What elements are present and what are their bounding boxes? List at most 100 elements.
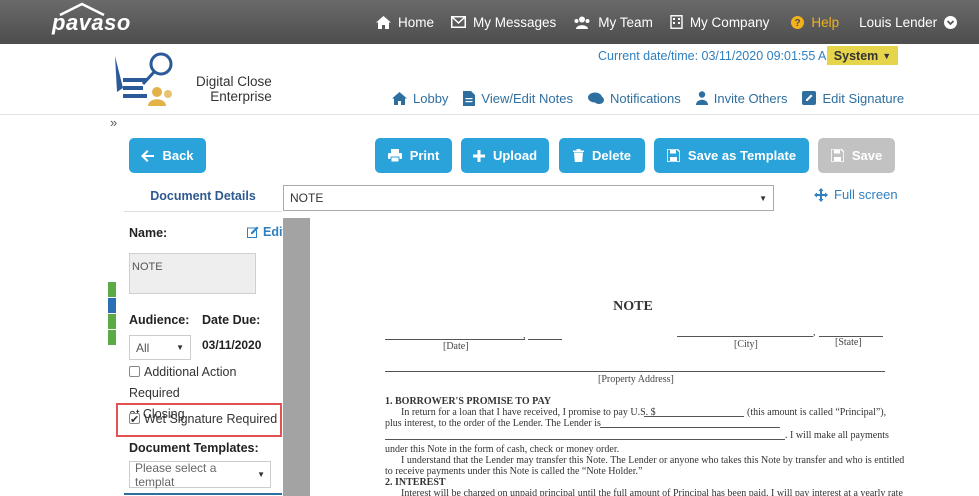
home-icon (376, 15, 391, 29)
audience-label: Audience: (129, 313, 190, 327)
user-menu[interactable]: Louis Lender (859, 15, 958, 30)
floppy-disk-icon (666, 149, 680, 162)
brand-line-1: Digital Close (196, 74, 272, 89)
session-nav: Lobby View/Edit Notes Notifications Invi… (392, 89, 904, 107)
caret-down-icon: ▼ (257, 470, 265, 479)
status-bar-blue (108, 298, 116, 313)
nav-team[interactable]: My Team (573, 15, 653, 30)
document-icon (463, 90, 476, 106)
comma-glyph: , (813, 327, 816, 338)
section-1-line-5: to receive payments under this Note is c… (385, 466, 643, 477)
arrow-left-icon (141, 149, 155, 162)
back-button-label: Back (162, 148, 194, 163)
upload-button[interactable]: Upload (461, 138, 549, 173)
section-2-title: 2. INTEREST (385, 477, 446, 488)
save-as-template-label: Save as Template (687, 148, 797, 163)
lender-line-2 (385, 439, 785, 440)
expand-sidebar-toggle[interactable]: » (110, 115, 117, 130)
save-button[interactable]: Save (818, 138, 895, 173)
nav-lobby-label: Lobby (413, 90, 449, 106)
comma-glyph: , (523, 330, 526, 341)
team-icon (574, 16, 590, 29)
current-datetime: Current date/time: 03/11/2020 09:01:55 A… (598, 49, 837, 63)
nav-home-label: Home (398, 14, 435, 30)
document-details-panel: Document Details Name: Edit NOTE Audienc… (124, 180, 287, 496)
section-1-line-3: under this Note in the form of cash, che… (385, 444, 620, 455)
back-button[interactable]: Back (129, 138, 206, 173)
viewer-gutter (283, 218, 310, 496)
nav-notifications[interactable]: Notifications (587, 91, 681, 106)
system-dropdown[interactable]: System ▼ (827, 46, 898, 65)
pencil-square-icon (802, 91, 817, 105)
document-templates-label: Document Templates: (129, 441, 259, 455)
nav-help-label: Help (811, 14, 840, 30)
brand-name: Digital Close Enterprise (196, 74, 272, 104)
chevron-circle-icon (944, 15, 958, 29)
home-icon (392, 91, 407, 105)
plus-icon (472, 149, 485, 162)
section-1-line-2: plus interest, to the order of the Lende… (385, 418, 601, 429)
templates-placeholder: Please select a templat (135, 460, 217, 489)
nav-messages[interactable]: My Messages (451, 15, 556, 30)
document-name-field[interactable]: NOTE (129, 253, 256, 294)
name-label: Name: (129, 226, 168, 240)
envelope-icon (451, 16, 467, 28)
nav-help[interactable]: ? Help (791, 15, 839, 30)
date-due-label: Date Due: (202, 313, 261, 327)
document-templates-select[interactable]: Please select a templat ▼ (129, 460, 271, 489)
property-line (385, 371, 885, 372)
wet-signature-highlight (116, 403, 282, 437)
help-icon: ? (791, 15, 805, 29)
section-1-line-4: I understand that the Lender may transfe… (401, 455, 905, 466)
delete-button[interactable]: Delete (559, 138, 645, 173)
document-page: NOTE , [Date] , [City] [State] [Property… (310, 218, 979, 496)
nav-edit-signature-label: Edit Signature (822, 90, 905, 106)
caret-down-icon: ▼ (759, 193, 767, 203)
nav-invite-others[interactable]: Invite Others (695, 90, 788, 106)
top-nav: Home My Messages My Team My Company ? He… (376, 0, 958, 44)
principal-line (644, 416, 744, 417)
caret-down-icon: ▼ (882, 50, 892, 61)
section-2-line-1: Interest will be charged on unpaid princ… (401, 488, 903, 496)
status-indicator-strip (108, 282, 116, 346)
nav-company-label: My Company (689, 14, 770, 30)
section-1-title: 1. BORROWER'S PROMISE TO PAY (385, 396, 552, 407)
header-divider (0, 114, 979, 115)
section-1-line-2b: . I will make all payments (785, 430, 889, 441)
status-bar-green (108, 314, 116, 329)
document-select[interactable]: NOTE ▼ (283, 185, 774, 211)
chat-icon (587, 92, 604, 104)
state-caption: [State] (835, 337, 862, 348)
save-as-template-button[interactable]: Save as Template (654, 138, 809, 173)
print-button[interactable]: Print (375, 138, 452, 173)
nav-invite-others-label: Invite Others (713, 90, 788, 106)
property-caption: [Property Address] (598, 374, 674, 385)
nav-team-label: My Team (598, 14, 653, 30)
trash-icon (572, 149, 584, 162)
svg-text:?: ? (795, 18, 801, 29)
audience-value: All (136, 340, 150, 355)
additional-action-checkbox[interactable] (129, 366, 140, 377)
tab-document-details[interactable]: Document Details (124, 180, 282, 212)
additional-action-line-1: Additional Action Required (129, 365, 237, 400)
nav-home[interactable]: Home (376, 15, 434, 30)
brand-line-2: Enterprise (210, 89, 272, 104)
nav-edit-signature[interactable]: Edit Signature (802, 91, 904, 106)
delete-button-label: Delete (591, 148, 632, 163)
pavaso-logo[interactable]: pavaso (52, 10, 131, 36)
nav-view-edit-notes[interactable]: View/Edit Notes (463, 90, 573, 106)
nav-lobby[interactable]: Lobby (392, 91, 448, 106)
full-screen-button[interactable]: Full screen (814, 187, 898, 202)
nav-company[interactable]: My Company (670, 14, 770, 30)
lender-line (600, 427, 780, 428)
document-select-value: NOTE (290, 191, 324, 205)
caret-down-icon: ▼ (176, 343, 184, 352)
print-button-label: Print (409, 148, 440, 163)
digital-close-brand-icon (115, 52, 173, 106)
audience-select[interactable]: All ▼ (129, 335, 191, 360)
upload-button-label: Upload (492, 148, 538, 163)
city-caption: [City] (734, 339, 758, 350)
floppy-disk-icon (830, 149, 844, 162)
edit-name-link[interactable]: Edit (247, 225, 287, 239)
city-line (677, 336, 813, 337)
